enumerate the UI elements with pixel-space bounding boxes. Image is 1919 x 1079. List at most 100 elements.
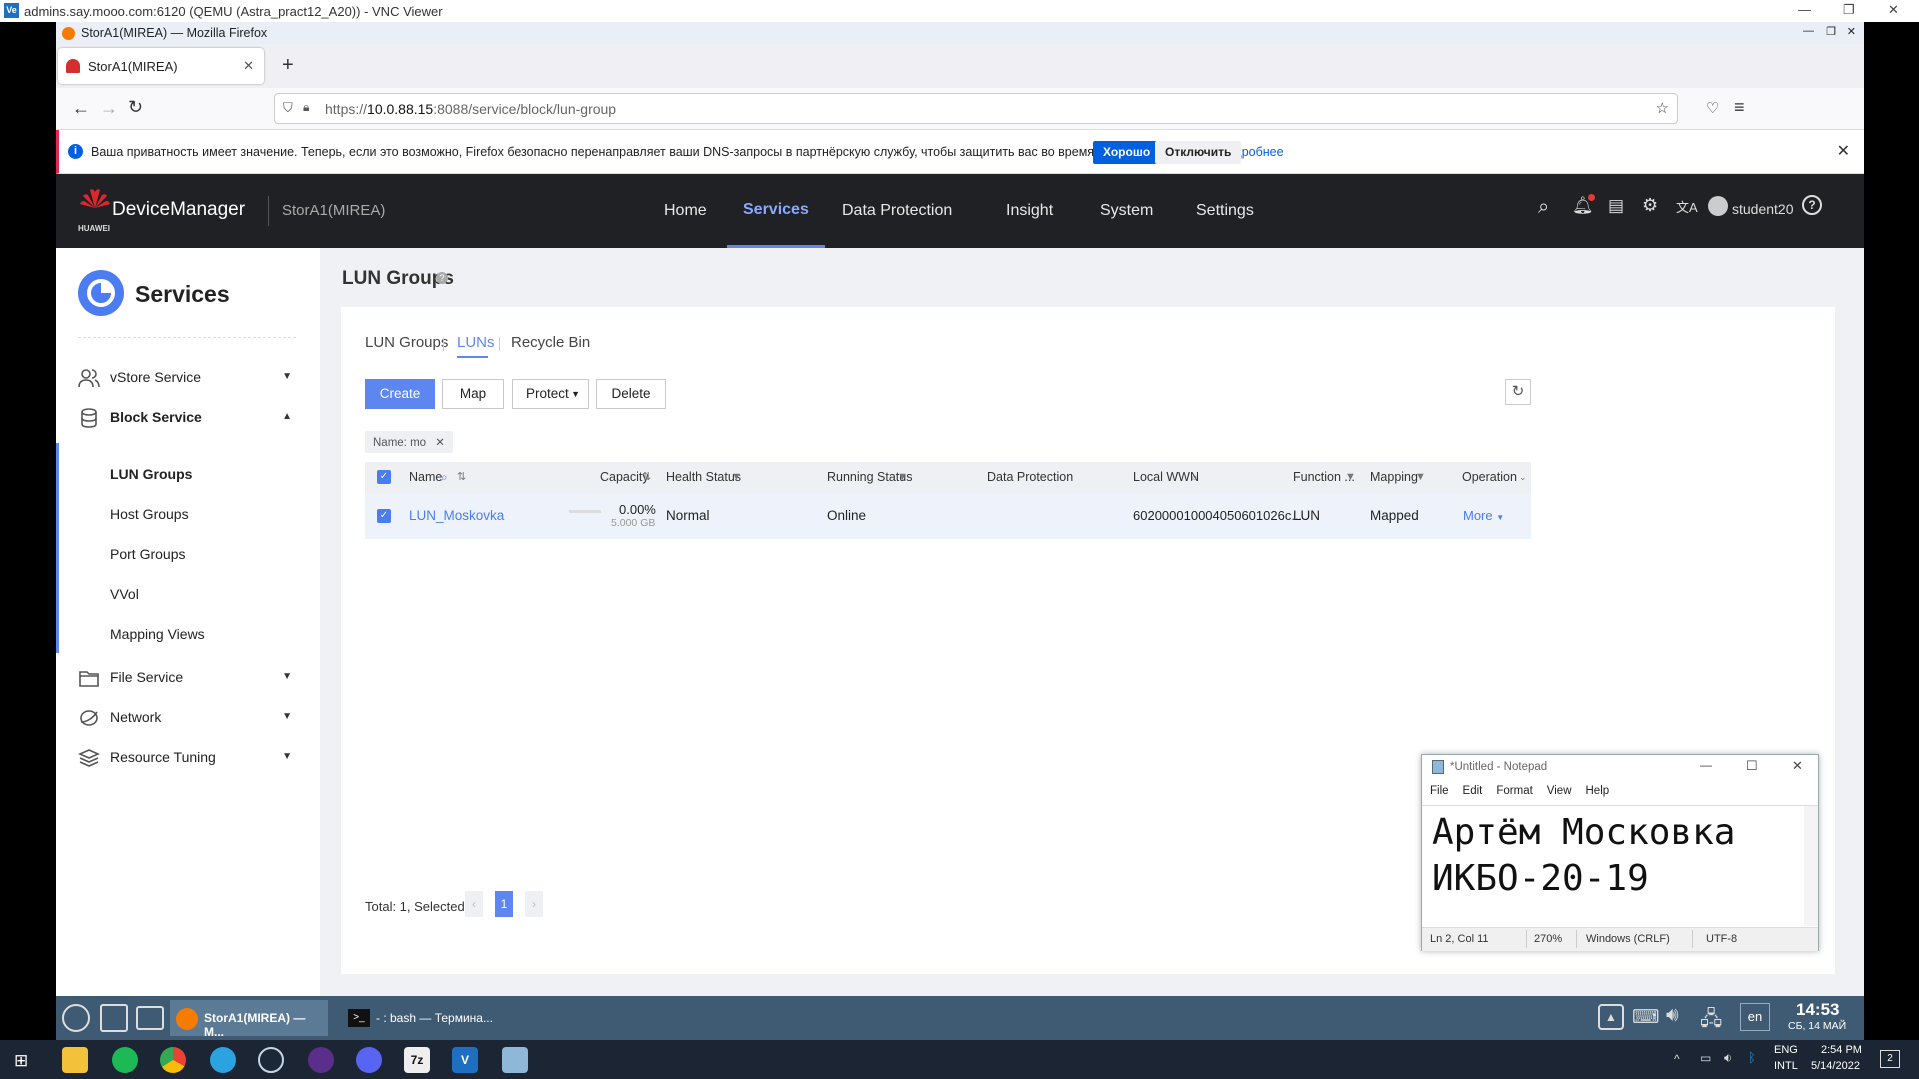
table-row[interactable]: ✓ LUN_Moskovka 0.00% 5.000 GB Normal Onl… <box>365 493 1531 539</box>
sidebar-sub-vvol[interactable]: VVol <box>110 586 139 602</box>
forward-icon[interactable]: → <box>100 98 118 119</box>
browser-tab[interactable]: StorA1(MIREA) ✕ <box>58 48 264 84</box>
task-list-icon[interactable]: ▤ <box>1608 196 1624 216</box>
notepad-taskbar-icon[interactable] <box>502 1047 528 1073</box>
tray-network-icon[interactable]: ▭ <box>1700 1051 1711 1065</box>
avatar-icon[interactable] <box>1708 196 1728 216</box>
bookmark-star-icon[interactable]: ☆ <box>1656 99 1669 117</box>
sidebar-sub-mapping-views[interactable]: Mapping Views <box>110 626 205 642</box>
filter-icon[interactable]: ▼ <box>1415 462 1426 493</box>
help-circle-icon[interactable]: ? <box>436 272 448 284</box>
tray-up-icon[interactable]: ▲ <box>1598 1004 1624 1030</box>
gear-icon[interactable]: ⚙ <box>1642 195 1658 216</box>
menu-system[interactable]: System <box>1100 174 1153 248</box>
sort-icon[interactable]: ⇅ <box>457 462 466 493</box>
shield-icon[interactable]: ⛉ <box>283 100 293 116</box>
desktops-icon[interactable] <box>100 1004 128 1032</box>
discord-icon[interactable] <box>356 1047 382 1073</box>
spotify-icon[interactable] <box>112 1047 138 1073</box>
hamburger-menu-icon[interactable]: ≡ <box>1734 97 1745 118</box>
sidebar-sub-host-groups[interactable]: Host Groups <box>110 506 189 522</box>
notice-disable-button[interactable]: Отключить <box>1155 141 1242 164</box>
filter-icon[interactable]: ▼ <box>1345 462 1356 493</box>
keyboard-layout[interactable]: en <box>1740 1003 1770 1031</box>
lun-name-link[interactable]: LUN_Moskovka <box>409 508 504 523</box>
sort-icon[interactable]: ⇅ <box>642 462 651 493</box>
menu-insight[interactable]: Insight <box>1006 174 1053 248</box>
network-tray-icon[interactable]: 🖧 <box>1700 1004 1722 1038</box>
vnc-viewer-icon[interactable]: V <box>452 1047 478 1073</box>
minimize-icon[interactable]: — <box>1798 2 1811 17</box>
sidebar-item-resource-tuning[interactable]: Resource Tuning ▼ <box>56 733 320 782</box>
taskbar-terminal[interactable]: >_ - : bash — Термина... <box>342 1000 502 1036</box>
select-all-checkbox[interactable]: ✓ <box>377 470 391 484</box>
system-date[interactable]: 5/14/2022 <box>1811 1060 1860 1072</box>
keyboard-icon[interactable]: ⌨ <box>1632 1006 1659 1029</box>
ff-restore-icon[interactable]: ❐ <box>1826 25 1836 38</box>
lock-icon[interactable]: 🔒︎ <box>303 100 309 115</box>
telegram-icon[interactable] <box>210 1047 236 1073</box>
notification-center-icon[interactable]: 2 <box>1880 1050 1900 1068</box>
user-name[interactable]: student20 <box>1732 201 1794 217</box>
np-close-icon[interactable]: ✕ <box>1792 758 1803 774</box>
pocket-icon[interactable]: ♡ <box>1706 99 1719 117</box>
prev-page-icon[interactable]: ‹ <box>465 891 483 917</box>
more-dropdown[interactable]: More ▼ <box>1463 508 1504 523</box>
np-menu-help[interactable]: Help <box>1586 785 1610 797</box>
refresh-icon[interactable]: ↻ <box>1505 379 1531 405</box>
guest-clock-time[interactable]: 14:53 <box>1796 1000 1839 1020</box>
language-icon[interactable]: 文A <box>1676 197 1698 216</box>
input-layout[interactable]: INTL <box>1774 1060 1798 1072</box>
column-search-icon[interactable]: ⌕ <box>1191 462 1198 493</box>
protect-dropdown[interactable]: Protect ▼ <box>512 379 589 409</box>
filter-icon[interactable]: ▼ <box>731 462 742 493</box>
back-icon[interactable]: ← <box>72 98 90 119</box>
help-icon[interactable]: ? <box>1802 195 1822 215</box>
row-checkbox[interactable]: ✓ <box>377 509 391 523</box>
bluetooth-icon[interactable]: ᛒ <box>1748 1050 1756 1065</box>
file-manager-icon[interactable] <box>136 1006 164 1030</box>
filter-icon[interactable]: ▼ <box>897 462 908 493</box>
tray-volume-icon[interactable]: 🔉︎ <box>1724 1050 1732 1066</box>
notice-close-icon[interactable]: ✕ <box>1837 141 1850 161</box>
url-bar[interactable]: ⛉ 🔒︎ https://10.0.88.15:8088/service/blo… <box>274 93 1678 124</box>
tab-recycle-bin[interactable]: Recycle Bin <box>511 334 590 351</box>
restore-icon[interactable]: ❐ <box>1843 2 1855 18</box>
np-minimize-icon[interactable]: — <box>1700 758 1712 772</box>
windows-start-icon[interactable]: ⊞ <box>14 1051 28 1071</box>
input-language[interactable]: ENG <box>1774 1044 1798 1056</box>
notepad-scrollbar[interactable] <box>1804 806 1818 926</box>
file-explorer-icon[interactable] <box>62 1047 88 1073</box>
new-tab-icon[interactable]: + <box>282 54 294 77</box>
column-search-icon[interactable]: ⌕ <box>441 462 448 493</box>
filter-remove-icon[interactable]: ✕ <box>435 437 445 449</box>
sidebar-item-block-service[interactable]: Block Service ▲ <box>56 393 320 442</box>
np-menu-file[interactable]: File <box>1430 785 1449 797</box>
system-time[interactable]: 2:54 PM <box>1821 1044 1862 1056</box>
close-icon[interactable]: ✕ <box>1888 2 1899 18</box>
taskbar-firefox[interactable]: StorA1(MIREA) — M... <box>170 1000 328 1039</box>
map-button[interactable]: Map <box>442 379 504 409</box>
np-menu-edit[interactable]: Edit <box>1463 785 1483 797</box>
page-number[interactable]: 1 <box>495 891 513 917</box>
start-menu-icon[interactable] <box>62 1004 90 1032</box>
search-icon[interactable]: ⌕ <box>1538 196 1549 219</box>
np-menu-format[interactable]: Format <box>1496 785 1532 797</box>
menu-services[interactable]: Services <box>727 174 825 248</box>
7zip-icon[interactable]: 7z <box>404 1047 430 1073</box>
github-icon[interactable] <box>308 1047 334 1073</box>
tab-lun-groups[interactable]: LUN Groups <box>365 334 448 351</box>
next-page-icon[interactable]: › <box>525 891 543 917</box>
tab-luns[interactable]: LUNs <box>457 334 495 351</box>
sidebar-sub-port-groups[interactable]: Port Groups <box>110 546 185 562</box>
menu-settings[interactable]: Settings <box>1196 174 1254 248</box>
notepad-text-area[interactable]: Артём Московка ИКБО-20-19 <box>1422 805 1818 926</box>
volume-icon[interactable]: 🔊︎ <box>1666 1004 1679 1027</box>
sidebar-sub-lun-groups[interactable]: LUN Groups <box>110 466 192 482</box>
ff-minimize-icon[interactable]: — <box>1803 25 1814 37</box>
delete-button[interactable]: Delete <box>596 379 666 409</box>
chrome-icon[interactable] <box>160 1047 186 1073</box>
column-settings-icon[interactable]: ⌄ <box>1519 462 1527 493</box>
tray-expand-icon[interactable]: ^ <box>1674 1052 1680 1066</box>
menu-home[interactable]: Home <box>664 174 707 248</box>
